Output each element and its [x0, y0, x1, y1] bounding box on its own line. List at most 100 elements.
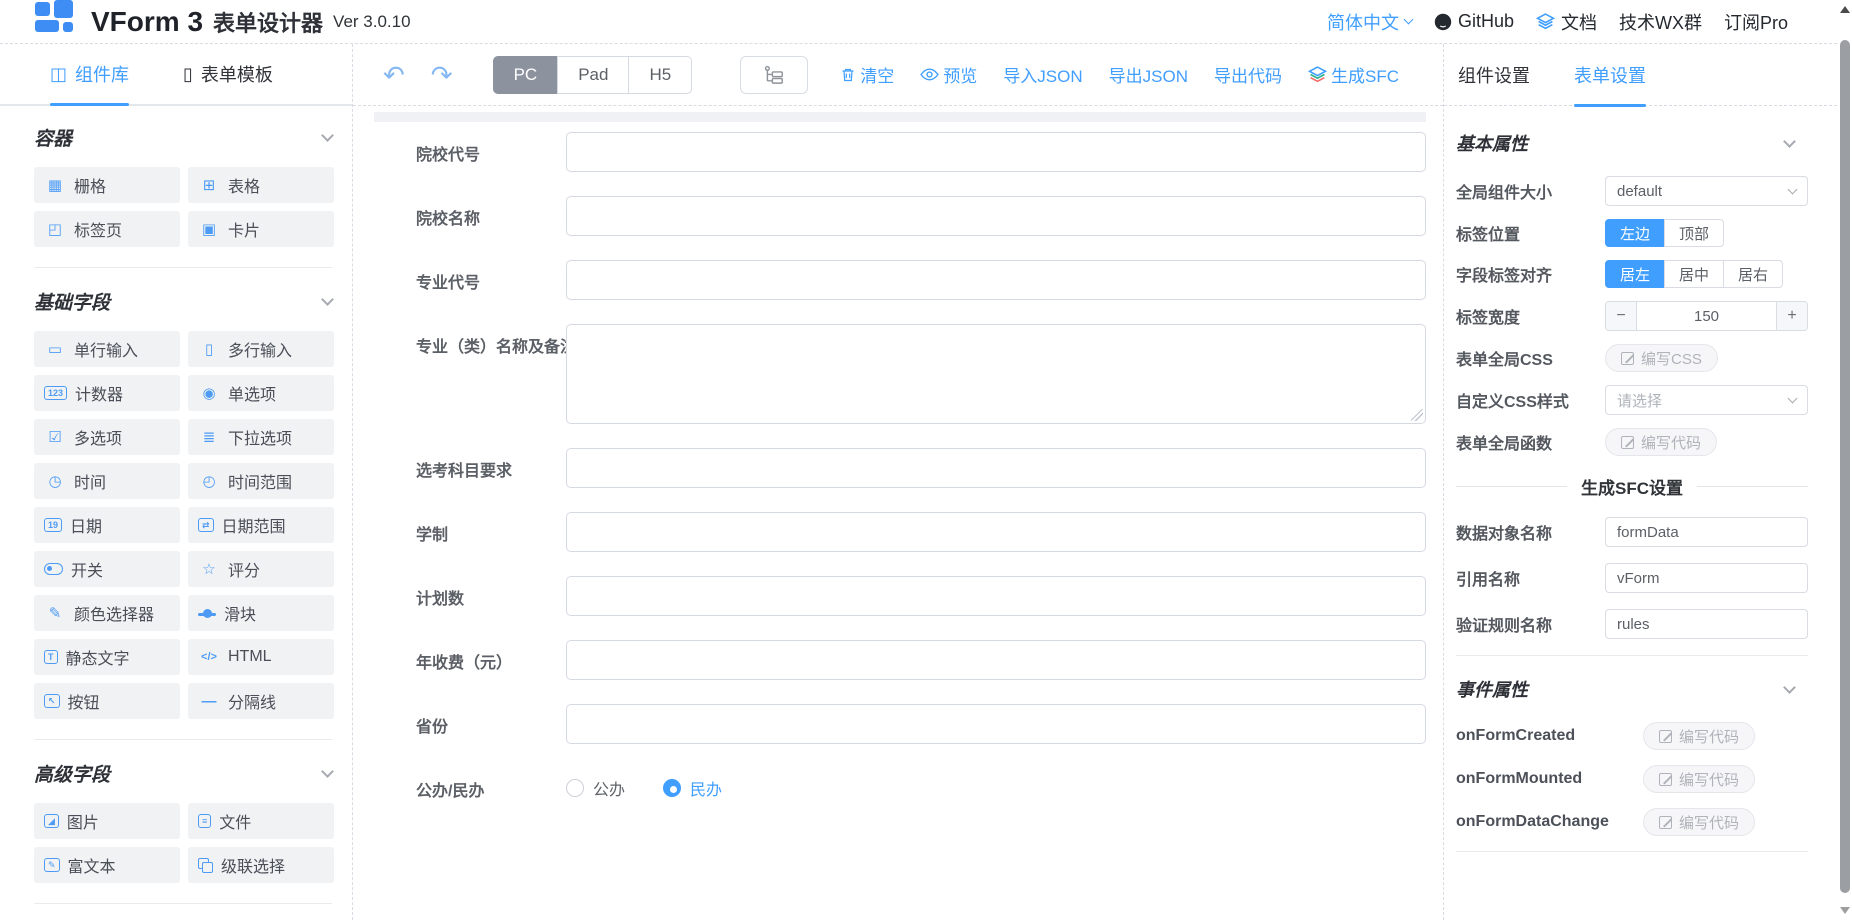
- widget-select[interactable]: 下拉选项: [188, 419, 334, 455]
- on-form-data-change-edit-button[interactable]: 编写代码: [1643, 808, 1755, 836]
- form-functions-edit-button[interactable]: 编写代码: [1605, 428, 1717, 456]
- tab-widget-library[interactable]: 组件库: [50, 44, 129, 104]
- scroll-up-arrow[interactable]: [1840, 6, 1850, 13]
- settings-row: 字段标签对齐居左居中居右: [1456, 260, 1808, 288]
- import-json-button[interactable]: 导入JSON: [1003, 62, 1082, 87]
- tab-form-template[interactable]: 表单模板: [183, 44, 273, 104]
- widget-label: 多行输入: [228, 337, 292, 361]
- section-header[interactable]: 高级字段: [34, 760, 332, 787]
- widget-button[interactable]: 按钮: [34, 683, 180, 719]
- study-years-input[interactable]: [566, 512, 1426, 552]
- label-align-option[interactable]: 居左: [1605, 260, 1665, 288]
- form-rules-name-input[interactable]: rules: [1605, 609, 1808, 639]
- chevron-down-icon: [1783, 135, 1796, 148]
- section-header[interactable]: 基础字段: [34, 288, 332, 315]
- clear-button[interactable]: 清空: [840, 62, 894, 87]
- widget-input[interactable]: 单行输入: [34, 331, 180, 367]
- widget-picture[interactable]: 图片: [34, 803, 180, 839]
- label-position-option[interactable]: 左边: [1605, 219, 1665, 247]
- widget-divider[interactable]: 分隔线: [188, 683, 334, 719]
- redo-icon[interactable]: [431, 62, 453, 88]
- section-header[interactable]: 容器: [34, 124, 332, 151]
- stepper-value[interactable]: 150: [1636, 302, 1777, 330]
- annual-fee-input[interactable]: [566, 640, 1426, 680]
- field-label: 年收费（元）: [416, 640, 566, 680]
- on-form-created-edit-button[interactable]: 编写代码: [1643, 722, 1755, 750]
- widget-time[interactable]: 时间: [34, 463, 180, 499]
- widget-rate[interactable]: 评分: [188, 551, 334, 587]
- event-props-header[interactable]: 事件属性: [1456, 676, 1794, 702]
- form-data-name-input[interactable]: formData: [1605, 517, 1808, 547]
- scrollbar-thumb[interactable]: [1840, 40, 1850, 893]
- github-link[interactable]: GitHub: [1434, 11, 1514, 32]
- widget-switch[interactable]: 开关: [34, 551, 180, 587]
- radio-option[interactable]: 民办: [663, 776, 722, 800]
- form-ref-name-input[interactable]: vForm: [1605, 563, 1808, 593]
- tab-widget-settings[interactable]: 组件设置: [1458, 44, 1530, 105]
- global-size-select[interactable]: default: [1605, 176, 1808, 206]
- device-h5-button[interactable]: H5: [628, 56, 692, 94]
- basic-props-header[interactable]: 基本属性: [1456, 130, 1794, 156]
- widget-label: 多选项: [74, 425, 122, 449]
- widget-text[interactable]: 静态文字: [34, 639, 180, 675]
- widget-date[interactable]: 日期: [34, 507, 180, 543]
- widget-time-range[interactable]: 时间范围: [188, 463, 334, 499]
- widget-html[interactable]: HTML: [188, 639, 334, 675]
- increase-button[interactable]: +: [1777, 302, 1807, 330]
- label-align-option[interactable]: 居右: [1723, 260, 1783, 288]
- divider: [1456, 655, 1808, 656]
- scroll-down-arrow[interactable]: [1840, 907, 1850, 914]
- tab-form-settings[interactable]: 表单设置: [1574, 44, 1646, 105]
- undo-icon[interactable]: [383, 62, 405, 88]
- radio-option[interactable]: 公办: [566, 776, 625, 800]
- widget-color[interactable]: 颜色选择器: [34, 595, 180, 631]
- widget-counter[interactable]: 计数器: [34, 375, 180, 411]
- widget-slider[interactable]: 滑块: [188, 595, 334, 631]
- tab-label: 组件设置: [1458, 62, 1530, 88]
- label-align-option[interactable]: 居中: [1664, 260, 1724, 288]
- settings-row: onFormDataChange 编写代码: [1456, 808, 1808, 836]
- major-name-remark-textarea[interactable]: [566, 324, 1426, 424]
- generate-sfc-button[interactable]: 生成SFC: [1308, 62, 1399, 87]
- widget-table[interactable]: 表格: [188, 167, 334, 203]
- college-code-input[interactable]: [566, 132, 1426, 172]
- widget-grid[interactable]: 栅格: [34, 167, 180, 203]
- widget-cascade[interactable]: 级联选择: [188, 847, 334, 883]
- label-position-option[interactable]: 顶部: [1664, 219, 1724, 247]
- widget-radio[interactable]: 单选项: [188, 375, 334, 411]
- widget-checkbox[interactable]: 多选项: [34, 419, 180, 455]
- preview-button[interactable]: 预览: [920, 62, 977, 87]
- export-json-button[interactable]: 导出JSON: [1109, 62, 1188, 87]
- field-control: [566, 640, 1426, 680]
- widget-date-range[interactable]: 日期范围: [188, 507, 334, 543]
- docs-link[interactable]: 文档: [1536, 9, 1597, 35]
- outline-tree-button[interactable]: [740, 56, 808, 94]
- widget-rich[interactable]: 富文本: [34, 847, 180, 883]
- widget-card[interactable]: 卡片: [188, 211, 334, 247]
- subscribe-pro-label: 订阅Pro: [1724, 9, 1788, 35]
- export-code-button[interactable]: 导出代码: [1214, 62, 1282, 87]
- widget-label: 按钮: [68, 689, 100, 713]
- device-pc-button[interactable]: PC: [493, 56, 559, 94]
- device-pad-button[interactable]: Pad: [557, 56, 629, 94]
- widget-tabs[interactable]: 标签页: [34, 211, 180, 247]
- province-input[interactable]: [566, 704, 1426, 744]
- major-code-input[interactable]: [566, 260, 1426, 300]
- subscribe-pro-link[interactable]: 订阅Pro: [1724, 9, 1788, 35]
- form-css-edit-button[interactable]: 编写CSS: [1605, 344, 1718, 372]
- on-form-mounted-edit-button[interactable]: 编写代码: [1643, 765, 1755, 793]
- wx-group-link[interactable]: 技术WX群: [1619, 9, 1702, 35]
- custom-css-class-select[interactable]: 请选择: [1605, 385, 1808, 415]
- resize-handle-icon[interactable]: [1411, 409, 1423, 421]
- designer-toolbar: PCPadH5 清空 预览: [353, 44, 1443, 106]
- plan-count-input[interactable]: [566, 576, 1426, 616]
- form-canvas: 院校代号 院校名称 专业代号 专业（类）名称及备注 选考科目要求 学制 计划数 …: [353, 106, 1443, 920]
- button-label: 编写CSS: [1641, 348, 1702, 369]
- import-json-label: 导入JSON: [1003, 62, 1082, 87]
- college-name-input[interactable]: [566, 196, 1426, 236]
- widget-file[interactable]: 文件: [188, 803, 334, 839]
- widget-textarea[interactable]: 多行输入: [188, 331, 334, 367]
- subject-requirement-input[interactable]: [566, 448, 1426, 488]
- language-select[interactable]: 简体中文: [1327, 9, 1412, 35]
- decrease-button[interactable]: −: [1606, 302, 1636, 330]
